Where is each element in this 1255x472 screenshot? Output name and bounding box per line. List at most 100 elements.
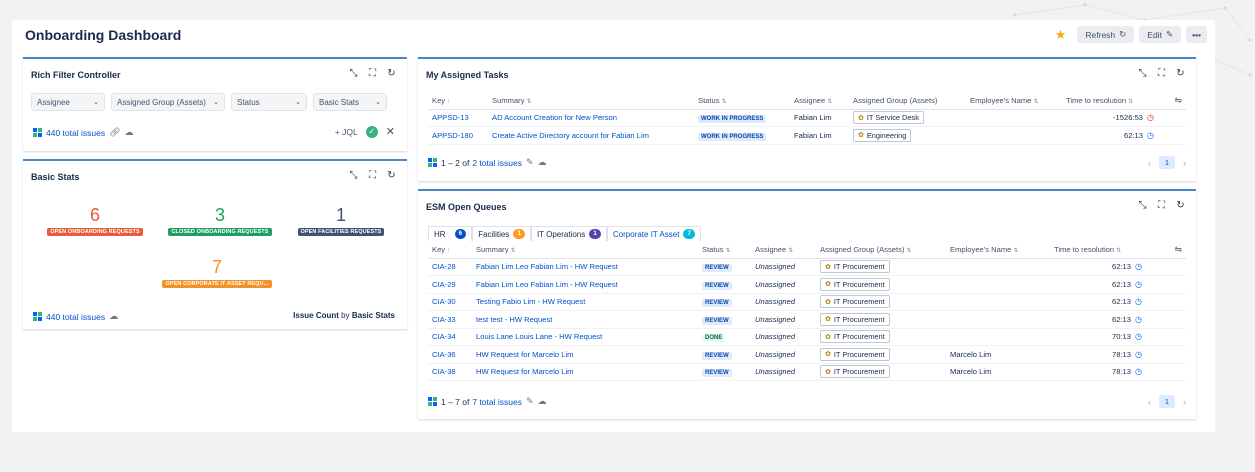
- group-tag[interactable]: ✿ Engineering: [853, 128, 912, 142]
- cloud-download-icon[interactable]: ☁: [125, 127, 134, 138]
- refresh-icon[interactable]: ↻: [1175, 68, 1186, 79]
- next-page-icon[interactable]: ›: [1183, 397, 1186, 407]
- fullscreen-icon[interactable]: ⛶: [367, 170, 378, 181]
- issue-key-link[interactable]: APPSD-13: [432, 113, 469, 122]
- col-settings[interactable]: ⇋: [1158, 93, 1186, 110]
- cloud-download-icon[interactable]: ☁: [109, 311, 118, 322]
- issue-key-link[interactable]: CIA-34: [432, 332, 456, 341]
- col-assigned-group[interactable]: Assigned Group (Assets): [849, 93, 966, 110]
- edit-icon[interactable]: ✎: [526, 396, 534, 407]
- edit-button[interactable]: Edit ✎: [1139, 26, 1182, 43]
- page-number[interactable]: 1: [1158, 156, 1175, 169]
- prev-page-icon[interactable]: ‹: [1148, 158, 1151, 168]
- table-row[interactable]: APPSD-13 AD Account Creation for New Per…: [428, 109, 1186, 127]
- col-assigned-group[interactable]: Assigned Group (Assets) ⇅: [816, 242, 946, 259]
- col-settings[interactable]: ⇋: [1146, 242, 1186, 259]
- jql-button[interactable]: + JQL: [335, 127, 358, 137]
- close-icon[interactable]: ✕: [386, 125, 395, 138]
- link-icon[interactable]: 🔗︎: [109, 127, 120, 138]
- table-row[interactable]: CIA-34 Louis Lane Louis Lane - HW Request…: [428, 328, 1186, 346]
- next-page-icon[interactable]: ›: [1183, 158, 1186, 168]
- issue-summary-link[interactable]: Testing Fabio Lim - HW Request: [476, 297, 585, 306]
- group-tag[interactable]: ✿ IT Procurement: [820, 365, 890, 379]
- table-row[interactable]: CIA-30 Testing Fabio Lim - HW Request REVI…: [428, 293, 1186, 311]
- issue-summary-link[interactable]: Create Active Directory account for Fabi…: [492, 131, 649, 140]
- cloud-download-icon[interactable]: ☁: [538, 157, 547, 168]
- issue-key-link[interactable]: CIA-29: [432, 280, 456, 289]
- issue-key-link[interactable]: CIA-36: [432, 350, 456, 359]
- table-row[interactable]: APPSD-180 Create Active Directory accoun…: [428, 126, 1186, 145]
- issue-key-link[interactable]: CIA-33: [432, 315, 456, 324]
- issue-summary-link[interactable]: HW Request for Marcelo Lim: [476, 350, 573, 359]
- filter-assigned-group[interactable]: Assigned Group (Assets) ⌄: [111, 93, 225, 111]
- col-assignee[interactable]: Assignee ⇅: [790, 93, 849, 110]
- more-button[interactable]: •••: [1186, 26, 1207, 43]
- page-number[interactable]: 1: [1158, 395, 1175, 408]
- table-row[interactable]: CIA-28 Fabian Lim Leo Fabian Lim - HW Req…: [428, 258, 1186, 276]
- col-assignee[interactable]: Assignee ⇅: [751, 242, 816, 259]
- issue-summary-link[interactable]: Fabian Lim Leo Fabian Lim - HW Request: [476, 280, 618, 289]
- tab-it-operations[interactable]: IT Operations 1: [530, 226, 607, 241]
- group-tag[interactable]: ✿ IT Procurement: [820, 260, 890, 274]
- tab-hr[interactable]: HR 6: [428, 226, 473, 241]
- total-issues-link[interactable]: 440 total issues: [46, 312, 105, 322]
- group-tag[interactable]: ✿ IT Procurement: [820, 295, 890, 309]
- issue-summary-link[interactable]: Louis Lane Louis Lane - HW Request: [476, 332, 602, 341]
- col-status[interactable]: Status ⇅: [698, 242, 751, 259]
- stat-open-onboarding[interactable]: 6 OPEN ONBOARDING REQUESTS: [45, 205, 145, 236]
- group-tag[interactable]: ✿ IT Procurement: [820, 277, 890, 291]
- issue-summary-link[interactable]: test test - HW Request: [476, 315, 552, 324]
- refresh-icon[interactable]: ↻: [1175, 200, 1186, 211]
- issue-summary-link[interactable]: AD Account Creation for New Person: [492, 113, 617, 122]
- fullscreen-icon[interactable]: ⛶: [367, 68, 378, 79]
- tab-corporate-it-asset[interactable]: Corporate IT Asset 7: [606, 226, 702, 241]
- group-tag[interactable]: ✿ IT Procurement: [820, 330, 890, 344]
- minimize-icon[interactable]: ⤡: [348, 170, 359, 181]
- group-tag[interactable]: ✿ IT Service Desk: [853, 111, 924, 125]
- prev-page-icon[interactable]: ‹: [1148, 397, 1151, 407]
- minimize-icon[interactable]: ⤡: [348, 68, 359, 79]
- refresh-button[interactable]: Refresh ↻: [1077, 26, 1135, 43]
- filter-assignee[interactable]: Assignee ⌄: [31, 93, 105, 111]
- col-key[interactable]: Key ↑: [428, 93, 488, 110]
- issue-summary-link[interactable]: Fabian Lim Leo Fabian Lim - HW Request: [476, 262, 618, 271]
- col-employee-name[interactable]: Employee's Name ⇅: [946, 242, 1050, 259]
- tab-facilities[interactable]: Facilities 1: [472, 226, 531, 241]
- table-row[interactable]: CIA-29 Fabian Lim Leo Fabian Lim - HW Req…: [428, 275, 1186, 294]
- group-tag[interactable]: ✿ IT Procurement: [820, 347, 890, 361]
- apply-icon[interactable]: ✓: [365, 125, 378, 138]
- issue-summary-link[interactable]: HW Request for Marcelo Lim: [476, 367, 573, 376]
- col-status[interactable]: Status ⇅: [694, 93, 790, 110]
- col-employee-name[interactable]: Employee's Name ⇅: [966, 93, 1062, 110]
- issue-key-link[interactable]: APPSD-180: [432, 131, 473, 140]
- stat-closed-onboarding[interactable]: 3 CLOSED ONBOARDING REQUESTS: [167, 205, 273, 236]
- total-issues-link[interactable]: 7 total issues: [472, 397, 522, 407]
- star-icon[interactable]: ★: [1055, 27, 1067, 43]
- stat-open-corporate-it-asset[interactable]: 7 OPEN CORPORATE IT ASSET REQU...: [159, 257, 275, 288]
- filter-basic-stats[interactable]: Basic Stats ⌄: [313, 93, 387, 111]
- issue-key-link[interactable]: CIA-28: [432, 262, 456, 271]
- refresh-icon[interactable]: ↻: [386, 170, 397, 181]
- total-issues-link[interactable]: 2 total issues: [472, 158, 522, 168]
- col-time-to-resolution[interactable]: Time to resolution ⇅: [1062, 93, 1158, 110]
- total-issues-link[interactable]: 440 total issues: [46, 128, 105, 138]
- refresh-icon[interactable]: ↻: [386, 68, 397, 79]
- stat-open-facilities[interactable]: 1 OPEN FACILITIES REQUESTS: [295, 205, 387, 236]
- group-tag[interactable]: ✿ IT Procurement: [820, 312, 890, 326]
- fullscreen-icon[interactable]: ⛶: [1156, 68, 1167, 79]
- col-summary[interactable]: Summary ⇅: [488, 93, 694, 110]
- table-row[interactable]: CIA-36 HW Request for Marcelo Lim REVIEW Un…: [428, 345, 1186, 364]
- table-row[interactable]: CIA-33 test test - HW Request REVIEW Unassi…: [428, 310, 1186, 329]
- cloud-download-icon[interactable]: ☁: [538, 396, 547, 407]
- issue-key-link[interactable]: CIA-30: [432, 297, 456, 306]
- fullscreen-icon[interactable]: ⛶: [1156, 200, 1167, 211]
- minimize-icon[interactable]: ⤡: [1137, 200, 1148, 211]
- edit-icon[interactable]: ✎: [526, 157, 534, 168]
- col-summary[interactable]: Summary ⇅: [472, 242, 698, 259]
- issue-key-link[interactable]: CIA-38: [432, 367, 456, 376]
- col-time-to-resolution[interactable]: Time to resolution ⇅: [1050, 242, 1146, 259]
- col-key[interactable]: Key ↑: [428, 242, 472, 259]
- table-row[interactable]: CIA-38 HW Request for Marcelo Lim REVIEW Un…: [428, 363, 1186, 381]
- filter-status[interactable]: Status ⌄: [231, 93, 307, 111]
- minimize-icon[interactable]: ⤡: [1137, 68, 1148, 79]
